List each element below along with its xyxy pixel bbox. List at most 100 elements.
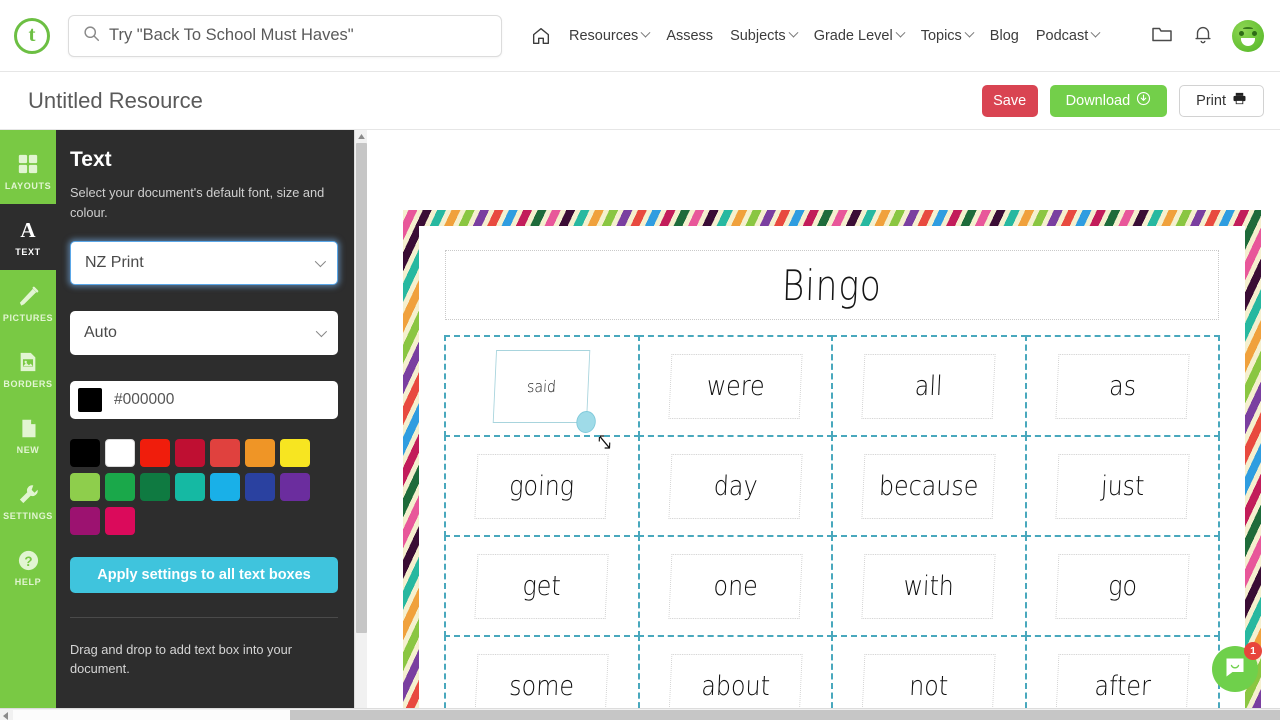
panel-divider: [70, 617, 338, 618]
color-swatch[interactable]: [140, 473, 170, 501]
rail-item-pictures[interactable]: PICTURES: [0, 270, 56, 336]
grid-cell[interactable]: going: [444, 435, 640, 537]
color-swatch[interactable]: [245, 439, 275, 467]
scroll-left-arrow-icon[interactable]: [0, 709, 13, 721]
color-hex-value: #000000: [114, 391, 174, 409]
color-swatch[interactable]: [70, 439, 100, 467]
grid-cell[interactable]: get: [444, 535, 640, 637]
horizontal-scrollbar-thumb[interactable]: [290, 710, 1280, 720]
grid-cell[interactable]: after: [1025, 635, 1221, 708]
word-label: day: [713, 470, 758, 501]
folder-icon[interactable]: [1150, 22, 1174, 51]
nav-item-podcast[interactable]: Podcast: [1036, 28, 1099, 44]
grid-cell[interactable]: day: [638, 435, 834, 537]
rail-item-help[interactable]: ? HELP: [0, 534, 56, 600]
word-text-box[interactable]: some: [475, 654, 609, 708]
word-text-box[interactable]: about: [668, 654, 802, 708]
color-swatch[interactable]: [175, 439, 205, 467]
rail-item-borders[interactable]: BORDERS: [0, 336, 56, 402]
color-swatch[interactable]: [140, 439, 170, 467]
color-swatch[interactable]: [105, 473, 135, 501]
color-swatch[interactable]: [210, 439, 240, 467]
rail-item-layouts[interactable]: LAYOUTS: [0, 138, 56, 204]
word-text-box[interactable]: with: [862, 554, 996, 619]
pencil-icon: [17, 283, 40, 309]
save-button[interactable]: Save: [982, 85, 1038, 117]
word-text-box[interactable]: not: [862, 654, 996, 708]
grid-cell[interactable]: just: [1025, 435, 1221, 537]
color-swatch[interactable]: [70, 507, 100, 535]
word-text-box[interactable]: were: [668, 354, 802, 419]
avatar-mouth: [1241, 38, 1255, 46]
word-text-box[interactable]: all: [862, 354, 996, 419]
document-canvas[interactable]: Bingo said: [367, 130, 1280, 708]
wrench-icon: [17, 481, 40, 507]
search-bar[interactable]: [68, 15, 502, 57]
word-label: said: [527, 376, 557, 395]
download-button[interactable]: Download: [1050, 85, 1168, 117]
word-text-box[interactable]: just: [1055, 454, 1189, 519]
apply-settings-button[interactable]: Apply settings to all text boxes: [70, 557, 338, 593]
grid-cell[interactable]: about: [638, 635, 834, 708]
nav-item-blog[interactable]: Blog: [990, 28, 1019, 44]
word-text-box[interactable]: get: [475, 554, 609, 619]
avatar[interactable]: [1232, 20, 1264, 52]
print-button[interactable]: Print: [1179, 85, 1264, 117]
grid-cell[interactable]: some: [444, 635, 640, 708]
nav-label: Subjects: [730, 28, 786, 44]
grid-cell[interactable]: not: [831, 635, 1027, 708]
nav-item-subjects[interactable]: Subjects: [730, 28, 797, 44]
chat-widget-button[interactable]: 1: [1212, 646, 1258, 692]
word-text-box-selected[interactable]: said: [493, 350, 591, 423]
word-text-box[interactable]: because: [862, 454, 996, 519]
twinkl-logo[interactable]: t: [14, 18, 50, 54]
color-swatch[interactable]: [280, 473, 310, 501]
nav-item-assess[interactable]: Assess: [666, 28, 713, 44]
word-text-box[interactable]: as: [1055, 354, 1189, 419]
bell-icon[interactable]: [1192, 23, 1214, 50]
grid-cell[interactable]: all: [831, 335, 1027, 437]
grid-cell[interactable]: go: [1025, 535, 1221, 637]
home-icon[interactable]: [530, 25, 552, 47]
color-swatch[interactable]: [70, 473, 100, 501]
color-swatch[interactable]: [105, 439, 135, 467]
font-select[interactable]: NZ Print: [70, 241, 338, 285]
color-field[interactable]: #000000: [70, 381, 338, 419]
chat-unread-badge: 1: [1244, 642, 1262, 660]
word-text-box[interactable]: going: [475, 454, 609, 519]
nav-item-resources[interactable]: Resources: [569, 28, 649, 44]
color-swatch[interactable]: [175, 473, 205, 501]
word-text-box[interactable]: day: [668, 454, 802, 519]
panel-scrollbar-thumb[interactable]: [356, 143, 367, 633]
panel-vertical-scrollbar[interactable]: [354, 130, 367, 710]
logo-letter: t: [29, 24, 36, 45]
grid-cell[interactable]: because: [831, 435, 1027, 537]
rail-item-text[interactable]: A TEXT: [0, 204, 56, 270]
horizontal-scrollbar-track[interactable]: [13, 710, 290, 720]
word-text-box[interactable]: after: [1055, 654, 1189, 708]
search-input[interactable]: [109, 26, 479, 45]
word-text-box[interactable]: go: [1055, 554, 1189, 619]
color-swatch[interactable]: [210, 473, 240, 501]
color-swatch[interactable]: [105, 507, 135, 535]
grid-cell[interactable]: as: [1025, 335, 1221, 437]
page-title[interactable]: Untitled Resource: [28, 88, 203, 114]
rail-label: LAYOUTS: [5, 181, 51, 191]
color-swatch[interactable]: [245, 473, 275, 501]
grid-cell[interactable]: with: [831, 535, 1027, 637]
color-swatch-preview[interactable]: [78, 388, 102, 412]
nav-item-topics[interactable]: Topics: [921, 28, 973, 44]
grid-cell[interactable]: one: [638, 535, 834, 637]
nav-item-grade-level[interactable]: Grade Level: [814, 28, 904, 44]
chevron-down-icon: [788, 28, 798, 38]
rail-item-settings[interactable]: SETTINGS: [0, 468, 56, 534]
font-size-select[interactable]: Auto: [70, 311, 338, 355]
grid-cell[interactable]: said: [444, 335, 640, 437]
rail-item-new[interactable]: NEW: [0, 402, 56, 468]
title-text-box[interactable]: Bingo: [445, 250, 1219, 320]
word-text-box[interactable]: one: [668, 554, 802, 619]
color-swatch[interactable]: [280, 439, 310, 467]
grid-cell[interactable]: were: [638, 335, 834, 437]
resize-handle[interactable]: [576, 410, 596, 432]
horizontal-scrollbar[interactable]: [0, 708, 1280, 720]
